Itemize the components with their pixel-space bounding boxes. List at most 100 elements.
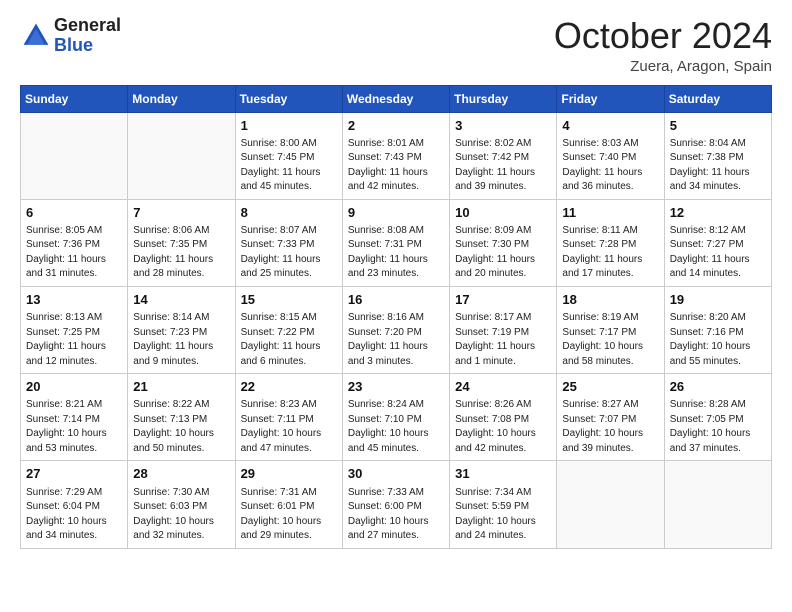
day-cell <box>128 112 235 199</box>
day-cell: 9 Sunrise: 8:08 AMSunset: 7:31 PMDaylight… <box>342 199 449 286</box>
day-cell: 8Sunrise: 8:07 AMSunset: 7:33 PMDaylight… <box>235 199 342 286</box>
header: General Blue October 2024 Zuera, Aragon,… <box>20 16 772 75</box>
day-info: Sunrise: 8:08 AMSunset: 7:31 PMDaylight:… <box>348 224 444 282</box>
day-number: 12 <box>670 204 766 222</box>
day-cell <box>21 112 128 199</box>
day-cell: 24 Sunrise: 8:26 AMSunset: 7:08 PMDayligh… <box>450 374 557 461</box>
day-cell: 30 Sunrise: 7:33 AMSunset: 6:00 PMDayligh… <box>342 461 449 548</box>
header-row: SundayMondayTuesdayWednesdayThursdayFrid… <box>21 85 772 112</box>
day-cell: 1Sunrise: 8:00 AMSunset: 7:45 PMDaylight… <box>235 112 342 199</box>
header-tuesday: Tuesday <box>235 85 342 112</box>
title-block: October 2024 Zuera, Aragon, Spain <box>554 16 772 75</box>
day-cell: 21 Sunrise: 8:22 AMSunset: 7:13 PMDayligh… <box>128 374 235 461</box>
day-cell: 2 Sunrise: 8:01 AMSunset: 7:43 PMDaylight… <box>342 112 449 199</box>
day-number: 21 <box>133 378 229 396</box>
day-number: 9 <box>348 204 444 222</box>
day-info: Sunrise: 8:13 AMSunset: 7:25 PMDaylight:… <box>26 311 122 369</box>
day-cell: 19 Sunrise: 8:20 AMSunset: 7:16 PMDayligh… <box>664 286 771 373</box>
week-row-5: 27 Sunrise: 7:29 AMSunset: 6:04 PMDayligh… <box>21 461 772 548</box>
day-number: 19 <box>670 291 766 309</box>
day-number: 14 <box>133 291 229 309</box>
day-cell: 27 Sunrise: 7:29 AMSunset: 6:04 PMDayligh… <box>21 461 128 548</box>
day-number: 4 <box>562 117 658 135</box>
day-number: 20 <box>26 378 122 396</box>
day-info: Sunrise: 8:24 AMSunset: 7:10 PMDaylight:… <box>348 398 444 456</box>
day-number: 5 <box>670 117 766 135</box>
day-info: Sunrise: 8:04 AMSunset: 7:38 PMDaylight:… <box>670 137 766 195</box>
header-wednesday: Wednesday <box>342 85 449 112</box>
header-thursday: Thursday <box>450 85 557 112</box>
day-number: 30 <box>348 465 444 483</box>
day-info: Sunrise: 8:03 AMSunset: 7:40 PMDaylight:… <box>562 137 658 195</box>
day-number: 28 <box>133 465 229 483</box>
week-row-3: 13 Sunrise: 8:13 AMSunset: 7:25 PMDayligh… <box>21 286 772 373</box>
day-info: Sunrise: 7:31 AMSunset: 6:01 PMDaylight:… <box>241 486 337 544</box>
day-info: Sunrise: 8:02 AMSunset: 7:42 PMDaylight:… <box>455 137 551 195</box>
day-info: Sunrise: 8:07 AMSunset: 7:33 PMDaylight:… <box>241 224 337 282</box>
logo-text: General Blue <box>54 16 121 56</box>
day-number: 27 <box>26 465 122 483</box>
day-number: 10 <box>455 204 551 222</box>
day-cell: 23 Sunrise: 8:24 AMSunset: 7:10 PMDayligh… <box>342 374 449 461</box>
header-friday: Friday <box>557 85 664 112</box>
day-info: Sunrise: 8:14 AMSunset: 7:23 PMDaylight:… <box>133 311 229 369</box>
day-number: 1 <box>241 117 337 135</box>
calendar-table: SundayMondayTuesdayWednesdayThursdayFrid… <box>20 85 772 549</box>
day-info: Sunrise: 8:15 AMSunset: 7:22 PMDaylight:… <box>241 311 337 369</box>
week-row-4: 20 Sunrise: 8:21 AMSunset: 7:14 PMDayligh… <box>21 374 772 461</box>
day-number: 3 <box>455 117 551 135</box>
day-info: Sunrise: 7:33 AMSunset: 6:00 PMDaylight:… <box>348 486 444 544</box>
week-row-1: 1Sunrise: 8:00 AMSunset: 7:45 PMDaylight… <box>21 112 772 199</box>
logo-general-text: General <box>54 16 121 36</box>
day-info: Sunrise: 8:19 AMSunset: 7:17 PMDaylight:… <box>562 311 658 369</box>
day-number: 24 <box>455 378 551 396</box>
day-info: Sunrise: 8:17 AMSunset: 7:19 PMDaylight:… <box>455 311 551 369</box>
day-number: 31 <box>455 465 551 483</box>
day-number: 11 <box>562 204 658 222</box>
day-cell: 4 Sunrise: 8:03 AMSunset: 7:40 PMDaylight… <box>557 112 664 199</box>
day-cell: 12 Sunrise: 8:12 AMSunset: 7:27 PMDayligh… <box>664 199 771 286</box>
logo-blue-text: Blue <box>54 36 121 56</box>
header-saturday: Saturday <box>664 85 771 112</box>
day-number: 13 <box>26 291 122 309</box>
day-number: 16 <box>348 291 444 309</box>
day-cell: 16Sunrise: 8:16 AMSunset: 7:20 PMDayligh… <box>342 286 449 373</box>
day-number: 2 <box>348 117 444 135</box>
day-cell: 29 Sunrise: 7:31 AMSunset: 6:01 PMDayligh… <box>235 461 342 548</box>
day-cell <box>557 461 664 548</box>
day-info: Sunrise: 8:27 AMSunset: 7:07 PMDaylight:… <box>562 398 658 456</box>
day-number: 7 <box>133 204 229 222</box>
week-row-2: 6Sunrise: 8:05 AMSunset: 7:36 PMDaylight… <box>21 199 772 286</box>
day-info: Sunrise: 8:21 AMSunset: 7:14 PMDaylight:… <box>26 398 122 456</box>
day-number: 25 <box>562 378 658 396</box>
day-cell: 28 Sunrise: 7:30 AMSunset: 6:03 PMDayligh… <box>128 461 235 548</box>
day-cell: 6Sunrise: 8:05 AMSunset: 7:36 PMDaylight… <box>21 199 128 286</box>
day-cell: 7Sunrise: 8:06 AMSunset: 7:35 PMDaylight… <box>128 199 235 286</box>
day-info: Sunrise: 8:26 AMSunset: 7:08 PMDaylight:… <box>455 398 551 456</box>
day-cell: 3 Sunrise: 8:02 AMSunset: 7:42 PMDaylight… <box>450 112 557 199</box>
day-number: 23 <box>348 378 444 396</box>
day-info: Sunrise: 8:05 AMSunset: 7:36 PMDaylight:… <box>26 224 122 282</box>
day-cell: 10Sunrise: 8:09 AMSunset: 7:30 PMDayligh… <box>450 199 557 286</box>
day-info: Sunrise: 8:23 AMSunset: 7:11 PMDaylight:… <box>241 398 337 456</box>
day-number: 17 <box>455 291 551 309</box>
page: General Blue October 2024 Zuera, Aragon,… <box>0 0 792 612</box>
day-info: Sunrise: 8:01 AMSunset: 7:43 PMDaylight:… <box>348 137 444 195</box>
day-cell: 15Sunrise: 8:15 AMSunset: 7:22 PMDayligh… <box>235 286 342 373</box>
day-info: Sunrise: 8:20 AMSunset: 7:16 PMDaylight:… <box>670 311 766 369</box>
day-info: Sunrise: 8:22 AMSunset: 7:13 PMDaylight:… <box>133 398 229 456</box>
day-info: Sunrise: 7:29 AMSunset: 6:04 PMDaylight:… <box>26 486 122 544</box>
day-cell: 14 Sunrise: 8:14 AMSunset: 7:23 PMDayligh… <box>128 286 235 373</box>
day-info: Sunrise: 8:12 AMSunset: 7:27 PMDaylight:… <box>670 224 766 282</box>
day-info: Sunrise: 8:11 AMSunset: 7:28 PMDaylight:… <box>562 224 658 282</box>
day-info: Sunrise: 8:28 AMSunset: 7:05 PMDaylight:… <box>670 398 766 456</box>
day-number: 29 <box>241 465 337 483</box>
day-info: Sunrise: 7:30 AMSunset: 6:03 PMDaylight:… <box>133 486 229 544</box>
header-monday: Monday <box>128 85 235 112</box>
day-cell: 5 Sunrise: 8:04 AMSunset: 7:38 PMDaylight… <box>664 112 771 199</box>
day-info: Sunrise: 7:34 AMSunset: 5:59 PMDaylight:… <box>455 486 551 544</box>
calendar-location: Zuera, Aragon, Spain <box>554 58 772 75</box>
day-cell: 11 Sunrise: 8:11 AMSunset: 7:28 PMDayligh… <box>557 199 664 286</box>
day-cell <box>664 461 771 548</box>
day-cell: 18Sunrise: 8:19 AMSunset: 7:17 PMDayligh… <box>557 286 664 373</box>
